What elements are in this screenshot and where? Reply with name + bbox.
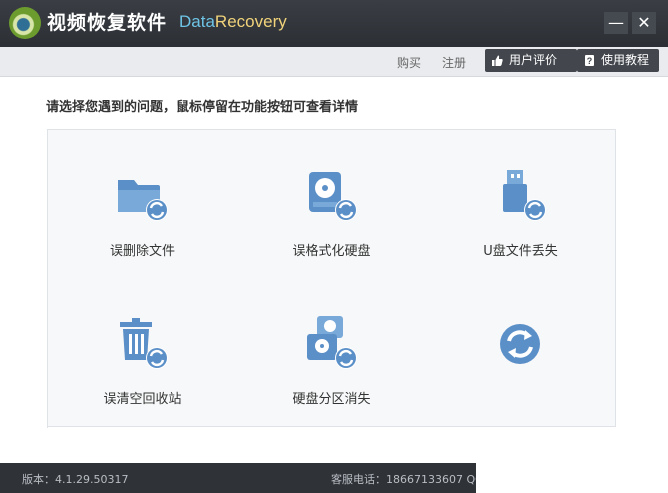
folder-restore-icon bbox=[118, 180, 168, 221]
usb-restore-icon bbox=[503, 170, 546, 221]
refresh-icon bbox=[500, 324, 540, 364]
version-text: 版本：4.1.29.50317 bbox=[22, 473, 129, 486]
brand-recovery-text: Recovery bbox=[214, 12, 287, 31]
register-link[interactable]: 注册 bbox=[442, 54, 466, 71]
option-label: 误清空回收站 bbox=[103, 392, 182, 407]
app-brand: DataRecovery bbox=[179, 12, 287, 32]
option-usb-lost[interactable]: U盘文件丢失 bbox=[426, 130, 616, 279]
option-label: 误格式化硬盘 bbox=[292, 244, 371, 259]
disk-restore-icon bbox=[309, 172, 357, 221]
user-review-button[interactable]: 用户评价 bbox=[485, 49, 577, 72]
option-label: U盘文件丢失 bbox=[483, 244, 558, 259]
recovery-options-grid: 误删除文件 误格式化硬盘 U盘文件丢失 误清空回收站 硬盘分区消失 bbox=[47, 129, 616, 428]
minimize-button[interactable]: — bbox=[604, 12, 628, 34]
recycle-bin-restore-icon bbox=[120, 318, 168, 369]
svg-text:?: ? bbox=[587, 56, 593, 66]
option-partition-lost[interactable]: 硬盘分区消失 bbox=[237, 278, 427, 427]
option-deleted-files[interactable]: 误删除文件 bbox=[48, 130, 238, 279]
option-label: 误删除文件 bbox=[109, 244, 175, 259]
instruction-heading: 请选择您遇到的问题，鼠标停留在功能按钮可查看详情 bbox=[46, 100, 359, 115]
cropped-area-edge bbox=[616, 370, 668, 427]
title-bar: 视频恢复软件 DataRecovery — ✕ bbox=[0, 0, 668, 47]
user-review-label: 用户评价 bbox=[509, 53, 558, 67]
option-formatted-disk[interactable]: 误格式化硬盘 bbox=[237, 130, 427, 279]
cropped-area bbox=[476, 427, 668, 493]
option-emptied-recycle-bin[interactable]: 误清空回收站 bbox=[48, 278, 238, 427]
help-doc-icon: ? bbox=[585, 55, 594, 66]
option-label: 硬盘分区消失 bbox=[292, 392, 371, 407]
app-logo-icon bbox=[9, 7, 41, 39]
tutorial-button[interactable]: ? 使用教程 bbox=[577, 49, 659, 72]
app-title: 视频恢复软件 bbox=[47, 12, 168, 34]
close-button[interactable]: ✕ bbox=[632, 12, 656, 34]
option-other[interactable] bbox=[426, 278, 616, 427]
support-phone-text: 客服电话：18667133607 QQ bbox=[331, 473, 484, 486]
buy-link[interactable]: 购买 bbox=[397, 54, 421, 71]
toolbar: 购买 注册 用户评价 ? 使用教程 bbox=[0, 47, 668, 77]
partition-restore-icon bbox=[307, 316, 357, 369]
brand-data-text: Data bbox=[179, 12, 215, 31]
tutorial-label: 使用教程 bbox=[601, 53, 650, 67]
thumbs-up-icon bbox=[492, 55, 503, 66]
